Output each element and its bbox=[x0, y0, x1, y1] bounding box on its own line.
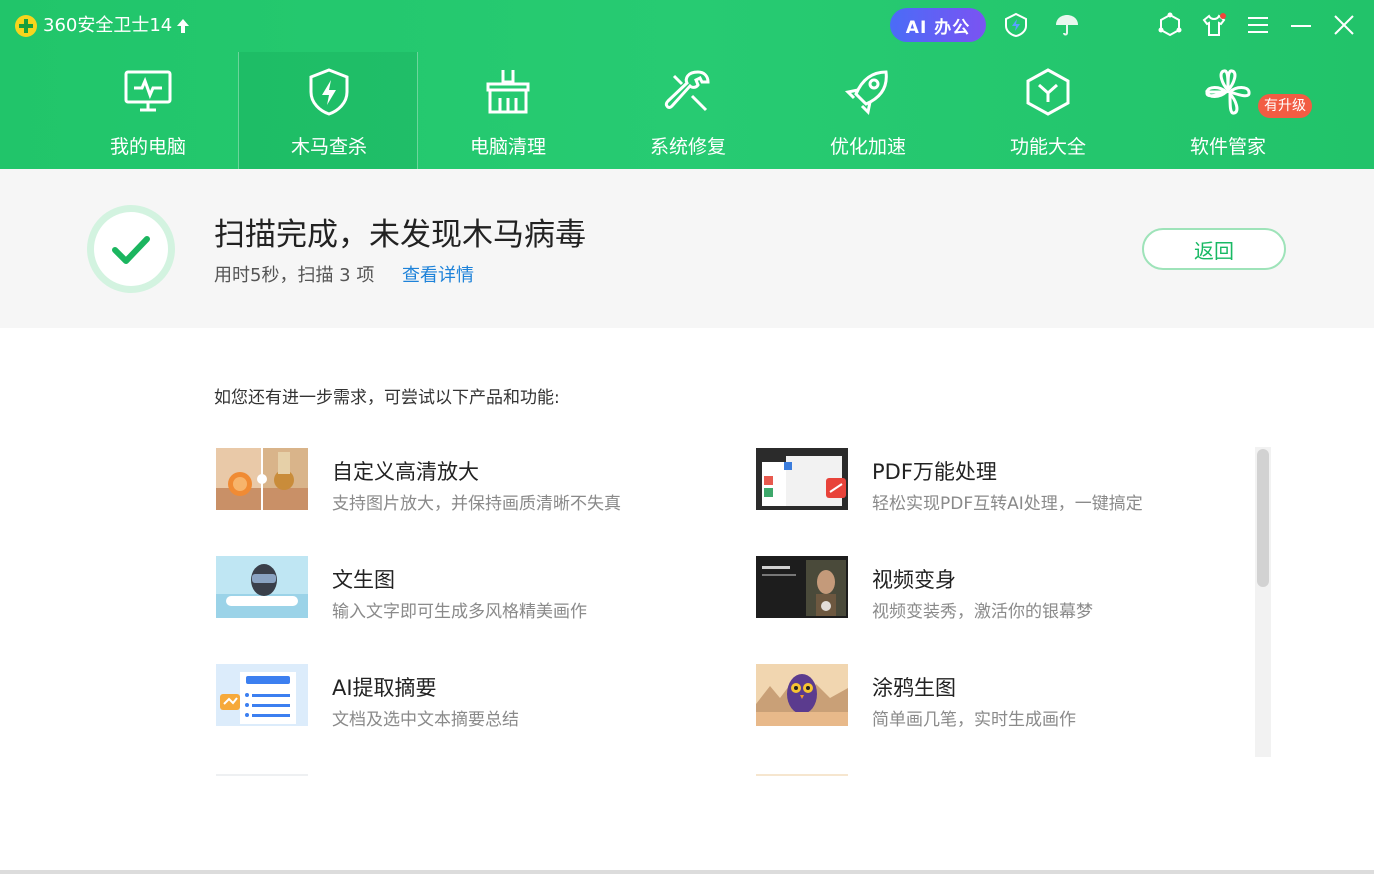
owl-painting-thumbnail bbox=[756, 664, 848, 726]
fruit-photo-thumbnail bbox=[216, 448, 308, 510]
scan-result-banner: 扫描完成，未发现木马病毒 用时5秒，扫描 3 项 查看详情 返回 bbox=[0, 169, 1374, 328]
suggestions-heading: 如您还有进一步需求，可尝试以下产品和功能: bbox=[214, 388, 560, 408]
nav-label: 电脑清理 bbox=[469, 136, 546, 158]
suggestion-title: PDF万能处理 bbox=[872, 460, 997, 484]
scan-result-summary: 用时5秒，扫描 3 项 bbox=[214, 265, 375, 286]
suggestion-desc: 轻松实现PDF互转AI处理，一键搞定 bbox=[872, 494, 1143, 514]
suggestion-desc: 输入文字即可生成多风格精美画作 bbox=[332, 602, 587, 622]
suggestion-desc: 支持图片放大，并保持画质清晰不失真 bbox=[332, 494, 621, 514]
upgrade-arrow-icon[interactable] bbox=[176, 18, 190, 34]
nav-item-software-manager[interactable]: 有升级 软件管家 bbox=[1138, 52, 1318, 169]
rocket-icon bbox=[844, 70, 888, 116]
video-portrait-thumbnail bbox=[756, 556, 848, 618]
shirt-icon[interactable] bbox=[1201, 12, 1227, 38]
wrench-icon bbox=[664, 70, 710, 112]
window-bottom-edge bbox=[0, 870, 1374, 874]
suggestion-title: 自定义高清放大 bbox=[332, 460, 479, 484]
app-title: 360安全卫士14 bbox=[43, 15, 173, 36]
scan-result-title: 扫描完成，未发现木马病毒 bbox=[214, 217, 586, 253]
suggestion-item-doodle-to-image[interactable]: 涂鸦生图 简单画几笔，实时生成画作 bbox=[756, 662, 1256, 732]
suggestion-title: AI提取摘要 bbox=[332, 676, 437, 700]
check-circle-icon bbox=[87, 205, 175, 293]
suggestion-item-video-transform[interactable]: 视频变身 视频变装秀，激活你的银幕梦 bbox=[756, 554, 1256, 624]
suggestion-desc: 视频变装秀，激活你的银幕梦 bbox=[872, 602, 1093, 622]
bolt-shield-icon[interactable] bbox=[1003, 12, 1029, 38]
suggestion-title: 视频变身 bbox=[872, 568, 956, 592]
scrollbar-thumb[interactable] bbox=[1257, 449, 1269, 587]
nav-item-my-computer[interactable]: 我的电脑 bbox=[58, 52, 238, 169]
nav-item-trojan-scan[interactable]: 木马查杀 bbox=[238, 52, 418, 169]
monitor-pulse-icon bbox=[124, 70, 172, 112]
ai-office-button[interactable]: AI 办公 bbox=[890, 8, 986, 42]
back-button[interactable]: 返回 bbox=[1142, 228, 1286, 270]
nav-label: 优化加速 bbox=[829, 136, 906, 158]
suggestion-item-pdf[interactable]: PDF万能处理 轻松实现PDF互转AI处理，一键搞定 bbox=[756, 446, 1256, 516]
view-details-link[interactable]: 查看详情 bbox=[402, 261, 474, 287]
suggestion-desc: 简单画几笔，实时生成画作 bbox=[872, 710, 1076, 730]
header: 360安全卫士14 AI 办公 我的电脑 木马查杀 电脑清理 系统修复 优化加速… bbox=[0, 0, 1374, 169]
shield-bolt-icon bbox=[309, 68, 349, 116]
nav-item-cleanup[interactable]: 电脑清理 bbox=[418, 52, 598, 169]
next-item-peek bbox=[756, 774, 848, 776]
suggestion-scrollbar[interactable] bbox=[1255, 447, 1271, 757]
pdf-app-thumbnail bbox=[756, 448, 848, 510]
nav-label: 系统修复 bbox=[649, 136, 726, 158]
main-nav: 我的电脑 木马查杀 电脑清理 系统修复 优化加速 功能大全 有升级 软件管家 bbox=[58, 52, 1318, 169]
broom-icon bbox=[486, 70, 530, 114]
hexagon-ring-icon[interactable] bbox=[1157, 12, 1183, 38]
suggestion-title: 文生图 bbox=[332, 568, 395, 592]
nav-label: 功能大全 bbox=[1009, 136, 1086, 158]
menu-icon[interactable] bbox=[1245, 12, 1271, 38]
umbrella-icon[interactable] bbox=[1054, 12, 1080, 38]
minimize-icon[interactable] bbox=[1288, 12, 1314, 38]
nav-label: 木马查杀 bbox=[290, 136, 367, 158]
vr-girl-thumbnail bbox=[216, 556, 308, 618]
close-icon[interactable] bbox=[1331, 12, 1357, 38]
title-bar: 360安全卫士14 AI 办公 bbox=[0, 0, 1374, 52]
next-item-peek bbox=[216, 774, 308, 776]
suggestion-item-upscale[interactable]: 自定义高清放大 支持图片放大，并保持画质清晰不失真 bbox=[216, 446, 716, 516]
suggestion-title: 涂鸦生图 bbox=[872, 676, 956, 700]
nav-label: 我的电脑 bbox=[109, 136, 186, 158]
nav-item-system-repair[interactable]: 系统修复 bbox=[598, 52, 778, 169]
suggestion-item-ai-summary[interactable]: AI提取摘要 文档及选中文本摘要总结 bbox=[216, 662, 716, 732]
suggestion-list: 自定义高清放大 支持图片放大，并保持画质清晰不失真 PDF万能处理 轻松实现PD… bbox=[216, 446, 1256, 776]
suggestion-desc: 文档及选中文本摘要总结 bbox=[332, 710, 519, 730]
nav-item-all-features[interactable]: 功能大全 bbox=[958, 52, 1138, 169]
clover-icon bbox=[1205, 69, 1251, 115]
nav-item-optimize[interactable]: 优化加速 bbox=[778, 52, 958, 169]
upgrade-badge: 有升级 bbox=[1258, 94, 1312, 118]
nav-label: 软件管家 bbox=[1189, 136, 1266, 158]
ai-summary-doc-thumbnail bbox=[216, 664, 308, 726]
app-logo-icon bbox=[15, 15, 37, 37]
suggestion-item-text-to-image[interactable]: 文生图 输入文字即可生成多风格精美画作 bbox=[216, 554, 716, 624]
hexagon-y-icon bbox=[1026, 68, 1070, 116]
